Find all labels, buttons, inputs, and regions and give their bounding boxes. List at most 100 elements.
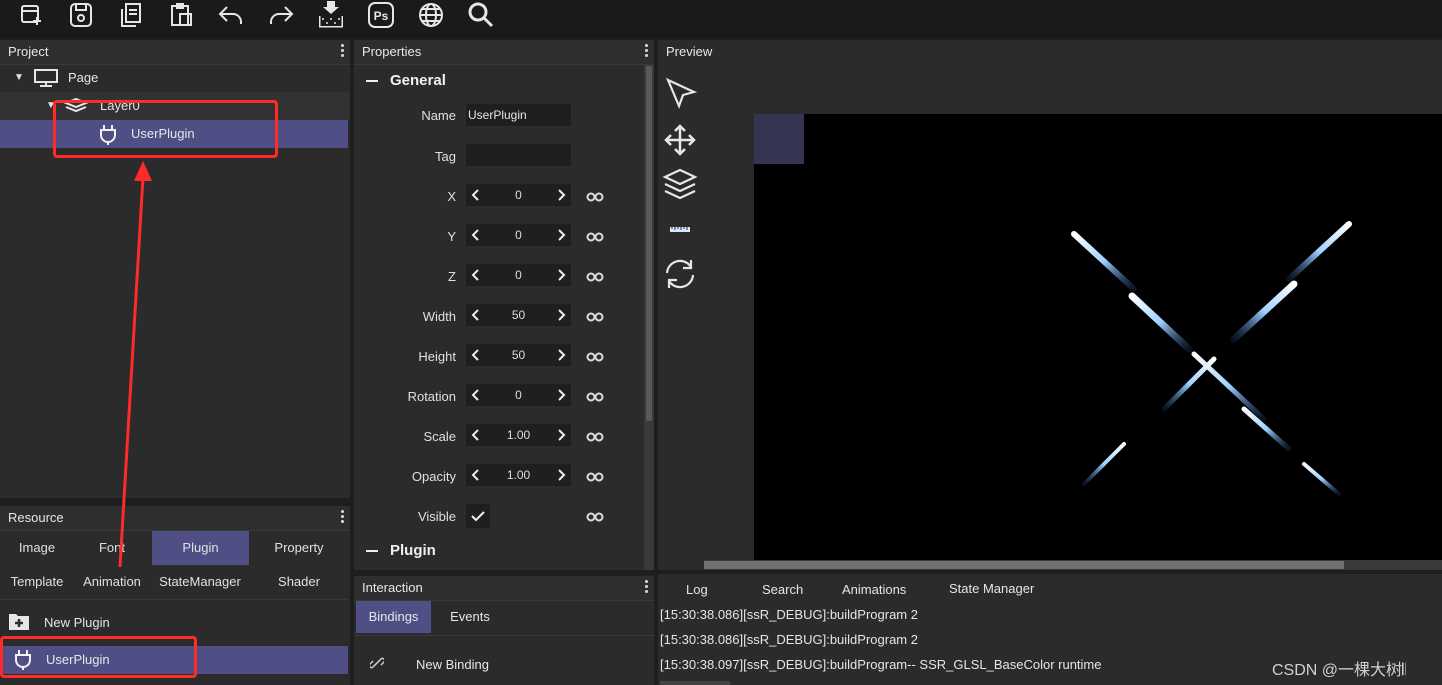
save-icon[interactable] [64,0,98,30]
tab-template[interactable]: Template [0,565,74,599]
properties-scrollbar[interactable] [644,64,654,570]
x-spinbox[interactable]: 0 [466,184,571,206]
plugin-section-header[interactable]: Plugin [366,542,436,559]
tab-animations[interactable]: Animations [842,582,906,597]
scale-spinbox[interactable]: 1.00 [466,424,571,446]
plugin-bounds[interactable] [754,114,804,164]
increment-icon[interactable] [554,308,568,322]
visible-label: Visible [417,509,456,524]
pointer-icon[interactable] [662,76,698,112]
resource-menu-icon[interactable] [340,510,344,526]
tab-search[interactable]: Search [762,582,803,597]
opacity-label: Opacity [411,469,456,484]
link-icon[interactable] [586,272,604,282]
project-menu-icon[interactable] [340,44,344,60]
log-line: [15:30:38.097][ssR_DEBUG]:buildProgram--… [660,657,1102,672]
decrement-icon[interactable] [469,268,483,282]
increment-icon[interactable] [554,268,568,282]
rotation-value: 0 [515,388,522,402]
width-spinbox[interactable]: 50 [466,304,571,326]
y-spinbox[interactable]: 0 [466,224,571,246]
resource-panel-title: Resource [0,506,350,531]
y-value: 0 [515,228,522,242]
decrement-icon[interactable] [469,348,483,362]
link-icon[interactable] [586,312,604,322]
height-spinbox[interactable]: 50 [466,344,571,366]
link-icon[interactable] [586,512,604,522]
y-label: Y [447,229,456,244]
decrement-icon[interactable] [469,308,483,322]
tab-statemanager[interactable]: StateManager [150,565,250,599]
tag-label: Tag [435,149,456,164]
tree-item-page[interactable]: ▼ Page [0,64,350,92]
name-field[interactable]: UserPlugin [466,104,571,126]
increment-icon[interactable] [554,468,568,482]
x-label: X [447,189,456,204]
highlight-box-tree [53,100,278,158]
new-binding-label: New Binding [416,657,489,672]
increment-icon[interactable] [554,348,568,362]
decrement-icon[interactable] [469,388,483,402]
tab-state-manager[interactable]: State Manager [949,581,1034,596]
link-icon[interactable] [586,392,604,402]
new-file-icon[interactable] [14,0,48,30]
new-plugin-button[interactable]: New Plugin [0,606,348,638]
redo-icon[interactable] [264,0,298,30]
preview-canvas[interactable] [754,114,1442,560]
link-icon[interactable] [586,352,604,362]
divider [354,635,654,636]
new-binding-button[interactable]: New Binding [354,652,654,676]
tab-events[interactable]: Events [436,601,504,633]
link-icon[interactable] [586,192,604,202]
search-icon[interactable] [464,0,498,30]
particle-effect-image [1071,221,1352,496]
increment-icon[interactable] [554,228,568,242]
properties-menu-icon[interactable] [644,44,648,60]
expand-arrow-icon[interactable]: ▼ [14,64,24,92]
copy-icon[interactable] [114,0,148,30]
tree-label-page: Page [68,70,99,85]
increment-icon[interactable] [554,428,568,442]
tab-log[interactable]: Log [686,582,708,597]
decrement-icon[interactable] [469,468,483,482]
tab-image[interactable]: Image [0,531,74,565]
height-value: 50 [511,348,526,362]
ruler-icon[interactable] [662,212,698,248]
width-value: 50 [511,308,526,322]
tab-animation[interactable]: Animation [74,565,150,599]
tab-plugin[interactable]: Plugin [152,531,249,565]
interaction-menu-icon[interactable] [644,580,648,596]
decrement-icon[interactable] [469,428,483,442]
link-icon[interactable] [586,472,604,482]
checkmark-icon [471,511,485,522]
increment-icon[interactable] [554,188,568,202]
export-icon[interactable] [314,0,348,30]
paste-icon[interactable] [164,0,198,30]
decrement-icon[interactable] [469,188,483,202]
tab-shader[interactable]: Shader [249,565,349,599]
link-chain-icon [370,657,384,669]
globe-icon[interactable] [414,0,448,30]
preview-hscrollbar[interactable] [704,560,1442,570]
link-icon[interactable] [586,232,604,242]
scale-value: 1.00 [506,428,531,442]
increment-icon[interactable] [554,388,568,402]
general-section-header[interactable]: General [366,72,446,89]
layers-icon[interactable] [662,166,698,202]
move-icon[interactable] [662,122,698,158]
tag-field[interactable] [466,144,571,166]
link-icon[interactable] [586,432,604,442]
new-plugin-label: New Plugin [44,615,110,630]
opacity-spinbox[interactable]: 1.00 [466,464,571,486]
refresh-icon[interactable] [662,256,698,292]
tab-bindings[interactable]: Bindings [356,601,431,633]
watermark: CSDN @一棵大树𝄃 [1272,662,1406,679]
tab-property[interactable]: Property [249,531,349,565]
decrement-icon[interactable] [469,228,483,242]
visible-checkbox[interactable] [466,504,490,528]
undo-icon[interactable] [214,0,248,30]
photoshop-icon[interactable]: Ps [364,0,398,30]
z-spinbox[interactable]: 0 [466,264,571,286]
rotation-spinbox[interactable]: 0 [466,384,571,406]
preview-panel-title: Preview [658,40,1442,64]
